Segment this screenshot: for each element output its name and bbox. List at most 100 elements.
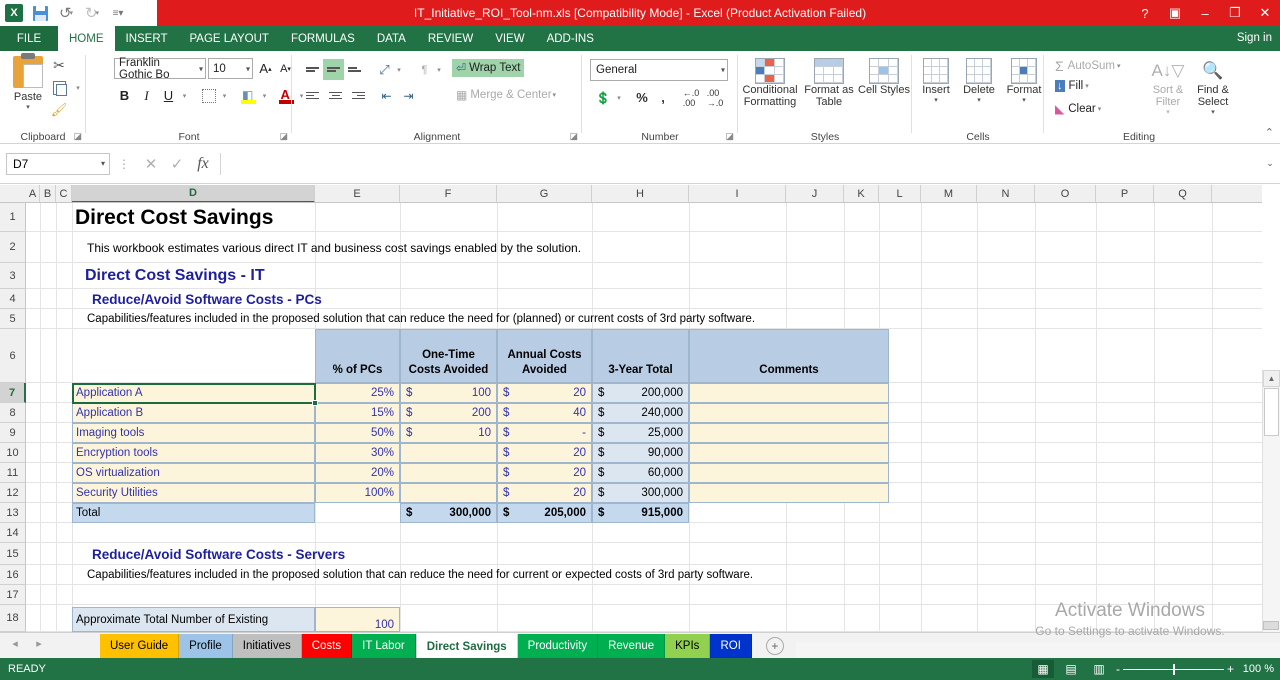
delete-cells-button[interactable]: Delete ▾ — [957, 55, 1001, 127]
chevron-down-icon[interactable]: ▾ — [721, 66, 725, 75]
column-header-j[interactable]: J — [786, 185, 844, 202]
font-dialog-launcher[interactable]: ◪ — [279, 131, 288, 142]
column-header-k[interactable]: K — [844, 185, 879, 202]
sheet-tab-profile[interactable]: Profile — [179, 634, 233, 658]
table-row-annual-2[interactable]: $ - — [497, 423, 592, 443]
conditional-formatting-button[interactable]: Conditional Formatting — [740, 55, 800, 127]
row-header-18[interactable]: 18 — [0, 605, 26, 632]
middle-align-button[interactable] — [323, 59, 344, 80]
wrap-text-button[interactable]: ⏎ Wrap Text — [452, 59, 525, 77]
column-header-f[interactable]: F — [400, 185, 497, 202]
format-cells-button[interactable]: Format ▾ — [1002, 55, 1046, 127]
table-header-pct-of-pcs[interactable]: % of PCs — [315, 329, 400, 383]
column-header-o[interactable]: O — [1035, 185, 1096, 202]
expand-formula-bar-button[interactable]: ⌄ — [1260, 153, 1280, 175]
borders-dropdown-button[interactable]: ▾ — [219, 85, 232, 106]
table-row-comments-1[interactable] — [689, 403, 889, 423]
table-row-name-1[interactable]: Application B — [72, 403, 315, 423]
table-row-pct-1[interactable]: 15% — [315, 403, 400, 423]
tab-insert[interactable]: INSERT — [115, 26, 179, 51]
next-sheet-button[interactable]: ▸ — [32, 637, 46, 650]
insert-cells-button[interactable]: Insert ▾ — [916, 55, 956, 127]
cell-d3-section-heading[interactable]: Direct Cost Savings - IT — [82, 263, 265, 289]
vertical-split-handle[interactable] — [1263, 621, 1279, 630]
increase-decimal-button[interactable]: ←.0.00 — [680, 87, 702, 108]
row-header-3[interactable]: 3 — [0, 263, 26, 289]
orientation-button[interactable]: ⤢ — [374, 59, 395, 80]
tab-page-layout[interactable]: PAGE LAYOUT — [178, 26, 279, 51]
table-row-comments-2[interactable] — [689, 423, 889, 443]
table-row-onetime-1[interactable]: $200 — [400, 403, 497, 423]
text-direction-dropdown-button[interactable]: ▾ — [434, 59, 446, 80]
column-header-e[interactable]: E — [315, 185, 400, 202]
font-name-input[interactable]: Franklin Gothic Bo ▾ — [114, 57, 206, 81]
increase-font-size-button[interactable]: A ▴ — [256, 58, 275, 79]
bottom-align-button[interactable] — [344, 59, 365, 80]
row-header-5[interactable]: 5 — [0, 309, 26, 329]
confirm-entry-button[interactable]: ✓ — [164, 153, 190, 175]
fill-color-dropdown-button[interactable]: ▾ — [259, 85, 272, 106]
insert-function-button[interactable]: fx — [190, 153, 216, 175]
redo-icon[interactable]: ↻ ▾ — [82, 3, 102, 23]
table-header-comments[interactable]: Comments — [689, 329, 889, 383]
clipboard-dialog-launcher[interactable]: ◪ — [73, 131, 82, 142]
column-header-h[interactable]: H — [592, 185, 689, 202]
cell-d16-desc-servers[interactable]: Capabilities/features included in the pr… — [84, 565, 753, 585]
underline-dropdown-button[interactable]: ▾ — [179, 85, 192, 106]
zoom-out-button[interactable]: - — [1116, 662, 1120, 676]
format-as-table-button[interactable]: Format as Table — [801, 55, 857, 127]
tab-file[interactable]: FILE — [0, 26, 58, 51]
table-row-total-0[interactable]: $200,000 — [592, 383, 689, 403]
increase-indent-button[interactable]: ⇥ — [398, 85, 419, 106]
sheet-tab-initiatives[interactable]: Initiatives — [232, 634, 302, 658]
top-align-button[interactable] — [302, 59, 323, 80]
font-name-caret-icon[interactable]: ▾ — [199, 64, 203, 73]
scroll-up-button[interactable]: ▲ — [1263, 370, 1280, 387]
table-total-annual[interactable]: $205,000 — [497, 503, 592, 523]
row-header-11[interactable]: 11 — [0, 463, 26, 483]
cell-d4-subheading-pcs[interactable]: Reduce/Avoid Software Costs - PCs — [89, 289, 322, 309]
copy-button[interactable] — [48, 77, 70, 98]
previous-sheet-button[interactable]: ◂ — [8, 637, 22, 650]
cut-button[interactable]: ✂ — [48, 55, 70, 76]
tab-data[interactable]: DATA — [366, 26, 417, 51]
zoom-slider[interactable]: - + — [1116, 662, 1234, 676]
name-box[interactable]: D7 ▾ — [6, 152, 110, 175]
table-row-annual-1[interactable]: $40 — [497, 403, 592, 423]
bold-button[interactable]: B — [114, 85, 135, 106]
italic-button[interactable]: I — [136, 85, 157, 106]
row-header-10[interactable]: 10 — [0, 443, 26, 463]
sheet-area[interactable]: Direct Cost Savings This workbook estima… — [26, 203, 1262, 632]
zoom-slider-track[interactable] — [1123, 663, 1224, 675]
fill-button[interactable]: ↓ Fill ▾ — [1052, 79, 1092, 93]
row-header-17[interactable]: 17 — [0, 585, 26, 605]
chevron-down-icon[interactable]: ▾ — [934, 96, 938, 104]
table-row-annual-4[interactable]: $20 — [497, 463, 592, 483]
orientation-dropdown-button[interactable]: ▾ — [394, 59, 406, 80]
vertical-scrollbar-thumb[interactable] — [1264, 388, 1279, 436]
sheet-tab-user-guide[interactable]: User Guide — [100, 634, 180, 658]
table-row-total-2[interactable]: $25,000 — [592, 423, 689, 443]
table-row-onetime-4[interactable] — [400, 463, 497, 483]
column-header-p[interactable]: P — [1096, 185, 1154, 202]
row-header-8[interactable]: 8 — [0, 403, 26, 423]
sheet-tab-roi[interactable]: ROI — [710, 634, 752, 658]
table-row-onetime-5[interactable] — [400, 483, 497, 503]
format-painter-button[interactable]: 🖌 — [48, 99, 70, 120]
table-row-annual-5[interactable]: $20 — [497, 483, 592, 503]
comma-format-button[interactable]: , — [654, 87, 672, 108]
row-header-4[interactable]: 4 — [0, 289, 26, 309]
cell-d5-desc-pcs[interactable]: Capabilities/features included in the pr… — [84, 309, 755, 329]
column-header-a[interactable]: A — [26, 185, 40, 202]
row-header-7[interactable]: 7 — [0, 383, 26, 403]
tab-review[interactable]: REVIEW — [417, 26, 484, 51]
table-row-pct-4[interactable]: 20% — [315, 463, 400, 483]
sort-and-filter-button[interactable]: A↓▽ Sort & Filter ▾ — [1146, 55, 1190, 127]
cell-styles-button[interactable]: Cell Styles — [858, 55, 910, 127]
undo-icon[interactable]: ↺ ▾ — [56, 3, 76, 23]
row-header-12[interactable]: 12 — [0, 483, 26, 503]
table-row-name-0[interactable]: Application A — [72, 383, 315, 403]
column-header-d[interactable]: D — [72, 185, 315, 202]
close-button[interactable]: ✕ — [1250, 0, 1280, 26]
cancel-entry-button[interactable]: ✕ — [138, 153, 164, 175]
